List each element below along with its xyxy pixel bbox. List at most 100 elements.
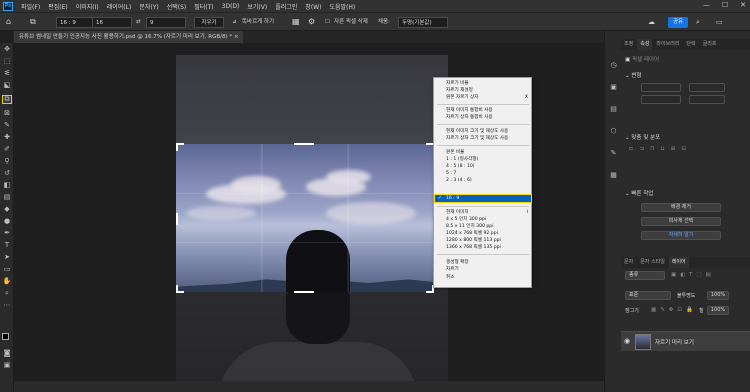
move-tool-icon[interactable]: ✥: [2, 45, 12, 54]
layer-kind-filter[interactable]: 종류: [625, 271, 665, 280]
crop-handle-top[interactable]: [294, 143, 314, 145]
gradient-tool-icon[interactable]: ▤: [2, 193, 12, 202]
menu-item-ratio-16-9[interactable]: ✓ 16 : 9: [434, 194, 532, 203]
path-select-tool-icon[interactable]: ➤: [2, 253, 12, 262]
cloud-icon[interactable]: ☁: [648, 17, 655, 28]
delete-pixels-checkbox[interactable]: ☐: [325, 17, 330, 28]
menu-item-use-image-ratio[interactable]: 현재 이미지 통합비 사용: [435, 107, 531, 114]
lock-icons[interactable]: ▦✎✥⊡🔒: [651, 307, 697, 313]
crop-handle-tl-v[interactable]: [176, 143, 178, 151]
tab-paragraph[interactable]: 단락: [683, 39, 698, 50]
type-tool-icon[interactable]: T: [2, 241, 12, 250]
pen-tool-icon[interactable]: ✒: [2, 229, 12, 238]
document-tab[interactable]: 유튜브 썸네일 만들기 인공지능 사진 활용하기.psd @ 16.7% (자르…: [14, 31, 244, 43]
eyedropper-tool-icon[interactable]: ✎: [2, 121, 12, 130]
frame-tool-icon[interactable]: ⊠: [2, 109, 12, 118]
menu-help[interactable]: 도움말(H): [325, 2, 359, 11]
home-icon[interactable]: ⌂: [6, 17, 11, 28]
stamp-tool-icon[interactable]: ⚲: [2, 157, 12, 166]
select-subject-button[interactable]: 피사체 선택: [641, 217, 721, 226]
layer-row[interactable]: ◉ 자르기 미리 보기: [621, 331, 750, 351]
shape-tool-icon[interactable]: ▭: [2, 265, 12, 274]
lasso-tool-icon[interactable]: ᓬ: [2, 69, 12, 78]
menu-type[interactable]: 문자(Y): [135, 2, 162, 11]
dodge-tool-icon[interactable]: ●: [2, 217, 12, 226]
x-field[interactable]: [641, 95, 681, 104]
fill-field[interactable]: 100%: [707, 306, 729, 315]
menu-item-reset-crop[interactable]: 자르기 재설정: [435, 87, 531, 94]
menu-select[interactable]: 선택(S): [163, 2, 191, 11]
3d-icon[interactable]: ⬡: [609, 127, 618, 136]
ratio-height-input[interactable]: 9: [146, 17, 186, 28]
foreground-color-swatch[interactable]: [2, 333, 9, 340]
straighten-icon[interactable]: ⊿: [232, 17, 237, 28]
ratio-width-input[interactable]: 16: [92, 17, 132, 28]
y-field[interactable]: [689, 95, 725, 104]
crop-handle-bottom[interactable]: [294, 291, 314, 293]
brush-settings-icon[interactable]: ✎: [609, 149, 618, 158]
maximize-icon[interactable]: ☐: [722, 1, 728, 9]
search-icon[interactable]: ⌕: [696, 17, 700, 28]
screen-mode-icon[interactable]: ▣: [2, 361, 12, 370]
blur-tool-icon[interactable]: ◆: [2, 205, 12, 214]
align-icons[interactable]: ⊏⊐⊓⊔⊞⊟: [621, 146, 750, 152]
menu-item-1024x768[interactable]: 1024 x 768 픽셀 92 ppi: [435, 230, 531, 237]
width-field[interactable]: [641, 83, 681, 92]
clear-button[interactable]: 지우기: [194, 17, 224, 28]
tab-adjustments[interactable]: 조정: [621, 39, 636, 50]
menu-item-8-5x11-300ppi[interactable]: 8.5 x 11 인치 300 ppi: [435, 223, 531, 230]
fill-select[interactable]: 두명(기본값): [398, 17, 448, 28]
crop-tool-icon[interactable]: ⧉: [30, 17, 36, 28]
workspace-icon[interactable]: ▭: [716, 17, 723, 28]
blend-mode-select[interactable]: 표준: [625, 291, 671, 300]
crop-handle-bl-v[interactable]: [176, 285, 178, 293]
object-select-tool-icon[interactable]: ⬕: [2, 81, 12, 90]
menu-item-current-image[interactable]: 현재 이미지 I: [435, 209, 531, 216]
menu-view[interactable]: 보기(V): [243, 2, 271, 11]
crop-box[interactable]: [176, 144, 434, 292]
menu-item-generative-expand[interactable]: 생성형 확장: [435, 259, 531, 266]
menu-item-1366x768[interactable]: 1366 x 768 픽셀 135 ppi: [435, 244, 531, 251]
menu-item-crop-ratio[interactable]: 자르기 비율: [435, 80, 531, 87]
crop-handle-left[interactable]: [176, 213, 178, 225]
zoom-tool-icon[interactable]: ⌕: [2, 289, 12, 298]
menu-window[interactable]: 창(W): [301, 2, 325, 11]
menu-plugins[interactable]: 플러그인: [271, 2, 301, 11]
share-button[interactable]: 공유: [668, 17, 688, 28]
comments-icon[interactable]: ▤: [609, 105, 618, 114]
swap-icon[interactable]: ⇄: [136, 17, 141, 28]
ratio-select[interactable]: 16 : 9: [56, 17, 96, 28]
tab-layers[interactable]: 레이어: [668, 257, 689, 268]
quick-actions-section-title[interactable]: ⌄ 빠른 작업: [621, 189, 750, 197]
align-section-title[interactable]: ⌄ 맞춤 및 분포: [621, 133, 750, 141]
menu-image[interactable]: 이미지(I): [72, 2, 103, 11]
menu-item-use-box-size[interactable]: 자르기 상자 크기 및 해상도 사용: [435, 135, 531, 142]
gear-icon[interactable]: ⚙: [308, 17, 315, 28]
marquee-tool-icon[interactable]: ⬚: [2, 57, 12, 66]
learn-more-button[interactable]: 자세히 알기: [641, 231, 721, 240]
tab-properties[interactable]: 속성: [637, 39, 653, 50]
menu-item-cancel[interactable]: 취소: [435, 274, 531, 281]
menu-item-ratio-1-1[interactable]: 1 : 1 (정사각형): [435, 156, 531, 163]
menu-item-use-box-ratio[interactable]: 자르기 상자 통합비 사용: [435, 114, 531, 121]
healing-tool-icon[interactable]: ✚: [2, 133, 12, 142]
menu-item-ratio-2-3[interactable]: 2 : 3 (4 : 6): [435, 177, 531, 184]
libraries-icon[interactable]: ▣: [609, 83, 618, 92]
brush-tool-icon[interactable]: ✐: [2, 145, 12, 154]
menu-edit[interactable]: 편집(E): [44, 2, 72, 11]
minimize-icon[interactable]: —: [703, 1, 710, 9]
menu-item-4x5-300ppi[interactable]: 4 x 5 인치 300 ppi: [435, 216, 531, 223]
eye-icon[interactable]: ◉: [624, 337, 630, 345]
layer-filter-icons[interactable]: ▣◐T⬚▤: [671, 272, 741, 278]
menu-item-1280x800[interactable]: 1280 x 800 픽셀 113 ppi: [435, 237, 531, 244]
menu-item-original-ratio[interactable]: 원본 비율: [435, 149, 531, 156]
close-icon[interactable]: ✕: [740, 1, 746, 9]
remove-background-button[interactable]: 배경 제거: [641, 203, 721, 212]
crop-tool-icon[interactable]: ⧉: [2, 95, 12, 104]
menu-layer[interactable]: 레이어(L): [103, 2, 136, 11]
transform-section-title[interactable]: ⌄ 변형: [621, 71, 750, 79]
menu-3d[interactable]: 3D(D): [218, 3, 244, 10]
menu-item-use-image-size[interactable]: 현재 이미지 크기 및 해상도 사용: [435, 128, 531, 135]
tab-libraries[interactable]: 라이브러리: [653, 39, 682, 50]
tab-glyphs[interactable]: 글리프: [700, 39, 720, 50]
